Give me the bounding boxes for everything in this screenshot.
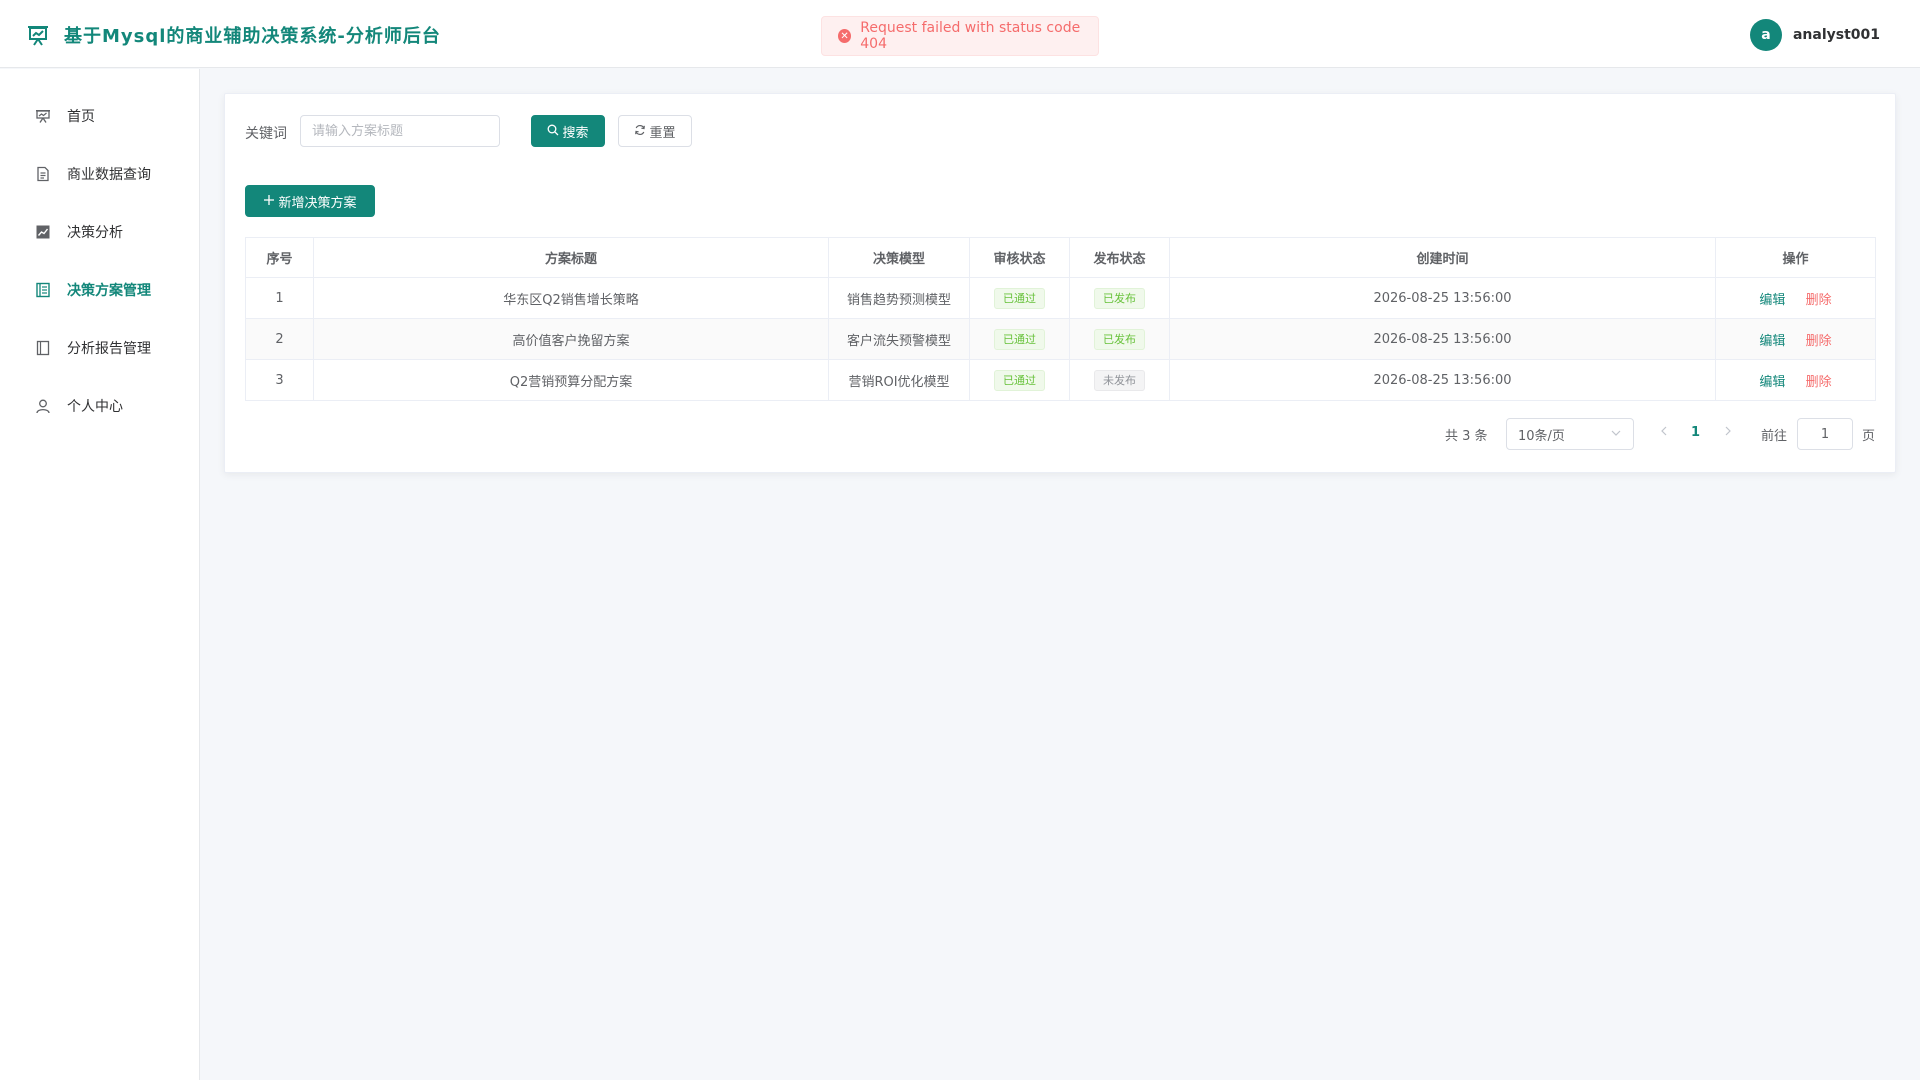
cell-title: 高价值客户挽留方案: [313, 318, 829, 360]
user-menu[interactable]: a analyst001: [1749, 19, 1880, 51]
cell-actions: 编辑 删除: [1715, 277, 1876, 319]
avatar[interactable]: a: [1749, 19, 1782, 51]
search-button[interactable]: 搜索: [531, 115, 605, 147]
table-row: 1 华东区Q2销售增长策略 销售趋势预测模型 已通过 已发布 2026-08-2…: [245, 277, 1876, 319]
cell-review-status: 已通过: [969, 318, 1070, 360]
cell-model: 销售趋势预测模型: [828, 277, 970, 319]
sidebar-item-label: 决策分析: [67, 225, 123, 241]
page-number-current[interactable]: 1: [1691, 425, 1700, 440]
sidebar-item-label: 决策方案管理: [67, 283, 151, 299]
cell-created-time: 2026-08-25 13:56:00: [1169, 359, 1716, 401]
sidebar-item-plan-management[interactable]: 决策方案管理: [0, 270, 199, 310]
sidebar-item-data-query[interactable]: 商业数据查询: [0, 154, 199, 194]
cell-review-status: 已通过: [969, 359, 1070, 401]
goto-label: 前往: [1761, 429, 1788, 444]
user-icon: [35, 398, 51, 414]
app-title: 基于Mysql的商业辅助决策系统-分析师后台: [64, 26, 441, 47]
sidebar-item-label: 商业数据查询: [67, 167, 151, 183]
delete-link[interactable]: 删除: [1806, 330, 1832, 349]
edit-link[interactable]: 编辑: [1759, 330, 1785, 349]
cell-publish-status: 未发布: [1069, 359, 1170, 401]
cell-title: 华东区Q2销售增长策略: [313, 277, 829, 319]
sidebar-item-label: 个人中心: [67, 399, 123, 415]
cell-index: 2: [245, 318, 314, 360]
column-header-title: 方案标题: [313, 237, 829, 278]
presentation-icon: [35, 108, 51, 124]
page-unit-label: 页: [1862, 429, 1876, 444]
publish-status-badge: 已发布: [1094, 287, 1145, 309]
column-header-index: 序号: [245, 237, 314, 278]
plan-list-card: 关键词 搜索 重置 新增决策方案 序号 方案标题 决策模型 审核状态 发布状态: [224, 93, 1896, 473]
cell-title: Q2营销预算分配方案: [313, 359, 829, 401]
cell-publish-status: 已发布: [1069, 318, 1170, 360]
cell-created-time: 2026-08-25 13:56:00: [1169, 277, 1716, 319]
username[interactable]: analyst001: [1793, 27, 1880, 43]
sidebar-item-label: 分析报告管理: [67, 341, 151, 357]
review-status-badge: 已通过: [994, 328, 1045, 350]
cell-actions: 编辑 删除: [1715, 359, 1876, 401]
reset-button[interactable]: 重置: [618, 115, 692, 147]
error-circle-icon: ✕: [838, 29, 852, 43]
cell-publish-status: 已发布: [1069, 277, 1170, 319]
cell-model: 客户流失预警模型: [828, 318, 970, 360]
keyword-label: 关键词: [245, 126, 287, 142]
column-header-publish-status: 发布状态: [1069, 237, 1170, 278]
cell-index: 3: [245, 359, 314, 401]
next-page-button[interactable]: [1723, 425, 1733, 440]
table-row: 3 Q2营销预算分配方案 营销ROI优化模型 已通过 未发布 2026-08-2…: [245, 359, 1876, 401]
presentation-board-icon: [28, 26, 48, 46]
plan-table: 序号 方案标题 决策模型 审核状态 发布状态 创建时间 操作 1 华东区Q2销售…: [245, 237, 1876, 401]
delete-link[interactable]: 删除: [1806, 289, 1832, 308]
chevron-down-icon: [1610, 427, 1622, 442]
sidebar-item-home[interactable]: 首页: [0, 96, 199, 136]
review-status-badge: 已通过: [994, 369, 1045, 391]
error-toast: ✕ Request failed with status code 404: [821, 16, 1099, 56]
cell-created-time: 2026-08-25 13:56:00: [1169, 318, 1716, 360]
add-plan-button-label: 新增决策方案: [278, 195, 357, 211]
search-icon: [547, 124, 559, 139]
list-icon: [35, 282, 51, 298]
keyword-search-input[interactable]: [300, 115, 500, 147]
pagination-total: 共 3 条: [1445, 429, 1488, 444]
column-header-created-time: 创建时间: [1169, 237, 1716, 278]
sidebar-item-report-management[interactable]: 分析报告管理: [0, 328, 199, 368]
error-toast-message: Request failed with status code 404: [860, 20, 1081, 52]
goto-page-input[interactable]: [1797, 418, 1853, 450]
table-header-row: 序号 方案标题 决策模型 审核状态 发布状态 创建时间 操作: [245, 237, 1876, 278]
column-header-actions: 操作: [1715, 237, 1876, 278]
sidebar-item-decision-analysis[interactable]: 决策分析: [0, 212, 199, 252]
sidebar-item-profile[interactable]: 个人中心: [0, 386, 199, 426]
notebook-icon: [35, 340, 51, 356]
cell-index: 1: [245, 277, 314, 319]
cell-model: 营销ROI优化模型: [828, 359, 970, 401]
chevron-left-icon: [1661, 426, 1667, 436]
page-size-select[interactable]: 10条/页: [1506, 418, 1634, 450]
column-header-model: 决策模型: [828, 237, 970, 278]
document-icon: [35, 166, 51, 182]
review-status-badge: 已通过: [994, 287, 1045, 309]
publish-status-badge: 已发布: [1094, 328, 1145, 350]
chevron-right-icon: [1725, 426, 1731, 436]
sidebar: 首页 商业数据查询 决策分析 决策方案管理 分析报告管理 个人中心: [0, 69, 200, 1080]
edit-link[interactable]: 编辑: [1759, 371, 1785, 390]
edit-link[interactable]: 编辑: [1759, 289, 1785, 308]
search-button-label: 搜索: [562, 125, 589, 141]
cell-actions: 编辑 删除: [1715, 318, 1876, 360]
prev-page-button[interactable]: [1659, 425, 1669, 440]
table-row: 2 高价值客户挽留方案 客户流失预警模型 已通过 已发布 2026-08-25 …: [245, 318, 1876, 360]
chart-icon: [35, 224, 51, 240]
delete-link[interactable]: 删除: [1806, 371, 1832, 390]
publish-status-badge: 未发布: [1094, 369, 1145, 391]
plus-icon: [263, 194, 275, 209]
reset-button-label: 重置: [649, 125, 676, 141]
cell-review-status: 已通过: [969, 277, 1070, 319]
refresh-icon: [634, 124, 646, 139]
page-size-value: 10条/页: [1518, 428, 1565, 444]
sidebar-item-label: 首页: [67, 109, 95, 125]
add-plan-button[interactable]: 新增决策方案: [245, 185, 375, 217]
column-header-review-status: 审核状态: [969, 237, 1070, 278]
